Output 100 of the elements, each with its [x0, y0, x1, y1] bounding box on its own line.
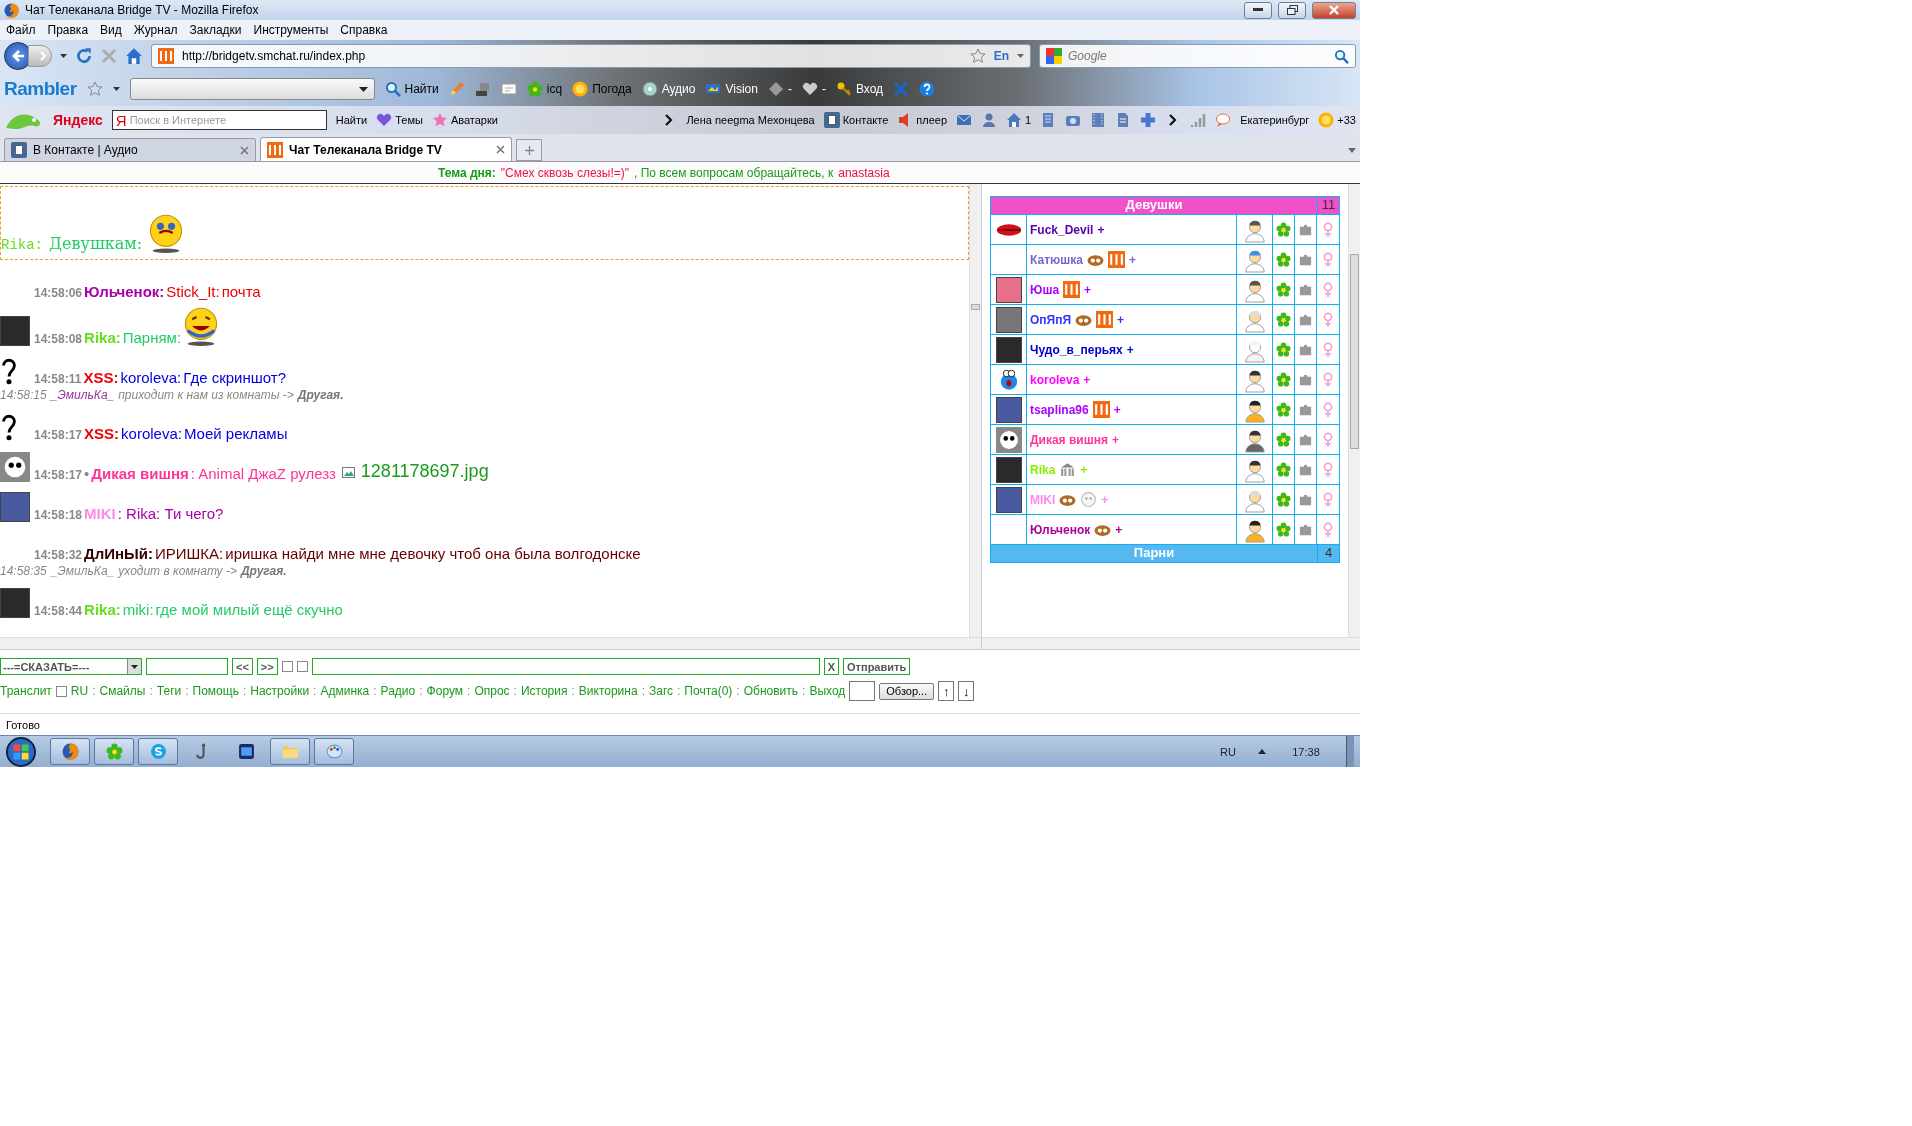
stop-icon[interactable]: [101, 48, 117, 64]
toolbar-button[interactable]: Контакте: [823, 112, 889, 128]
menu-link[interactable]: Почта(0): [684, 684, 733, 698]
puzzle-icon[interactable]: [1298, 522, 1313, 537]
taskbar-button[interactable]: [314, 738, 354, 765]
person-icon[interactable]: [981, 112, 997, 128]
menu-item[interactable]: Правка: [47, 23, 89, 37]
horizontal-scrollbar[interactable]: [0, 637, 981, 649]
scroll-down-button[interactable]: ↓: [958, 681, 975, 701]
close-icon[interactable]: [240, 145, 249, 155]
plus-icon[interactable]: [1140, 112, 1157, 128]
card-icon[interactable]: [500, 81, 517, 97]
tray-arrow-icon[interactable]: [1258, 749, 1266, 754]
close-button[interactable]: [1312, 1, 1356, 19]
send-button[interactable]: Отправить: [843, 658, 911, 675]
speech-bubble-icon[interactable]: [1215, 112, 1232, 128]
file-input-field[interactable]: [849, 681, 876, 701]
checkbox[interactable]: [281, 661, 293, 672]
toolbar-button[interactable]: +33: [1318, 112, 1356, 128]
browser-tab[interactable]: Чат Телеканала Bridge TV: [260, 137, 512, 161]
browse-button[interactable]: Обзор...: [879, 682, 935, 700]
home-icon[interactable]: [125, 47, 143, 65]
menu-link[interactable]: Помощь: [192, 684, 239, 698]
menu-link[interactable]: Админка: [320, 684, 370, 698]
menu-link[interactable]: Обновить: [743, 684, 799, 698]
toolbar-button[interactable]: 1: [1006, 112, 1032, 128]
toolbar-button[interactable]: Темы: [376, 112, 423, 128]
vertical-scrollbar[interactable]: [1348, 184, 1360, 637]
puzzle-icon[interactable]: [1298, 462, 1313, 477]
menu-link[interactable]: История: [520, 684, 568, 698]
envelope-icon[interactable]: [956, 112, 972, 128]
taskbar-button[interactable]: [50, 738, 90, 765]
menu-item[interactable]: Файл: [6, 23, 36, 37]
addressee-text[interactable]: koroleva:: [120, 369, 182, 386]
input-field[interactable]: [146, 658, 228, 675]
user-name[interactable]: Катюшка: [1030, 252, 1083, 267]
menu-link[interactable]: Теги: [156, 684, 182, 698]
toolbar-button[interactable]: -: [767, 81, 792, 97]
user-name[interactable]: Дикая вишня: [1030, 432, 1108, 447]
nick-text[interactable]: _ЭмильКа_: [50, 564, 115, 578]
clock-text[interactable]: 17:38: [1270, 745, 1342, 758]
puzzle-icon[interactable]: [1298, 252, 1313, 267]
menu-item[interactable]: Закладки: [189, 23, 242, 37]
contact-link[interactable]: anastasia: [838, 165, 890, 180]
plus-link[interactable]: +: [1128, 252, 1136, 267]
menu-link[interactable]: Форум: [426, 684, 464, 698]
room-link[interactable]: Другая.: [240, 564, 287, 578]
toolbar-button[interactable]: icq: [526, 81, 563, 97]
pencil-icon[interactable]: [448, 81, 465, 97]
close-icon[interactable]: [496, 145, 505, 154]
next-button[interactable]: >>: [256, 658, 278, 675]
user-name[interactable]: Fuck_Devil: [1030, 222, 1094, 237]
horizontal-scrollbar[interactable]: [982, 637, 1360, 649]
vertical-scrollbar[interactable]: [969, 184, 981, 637]
puzzle-icon[interactable]: [1298, 342, 1313, 357]
toolbar-button[interactable]: Аватарки: [431, 112, 498, 128]
plus-link[interactable]: +: [1113, 402, 1121, 417]
plus-link[interactable]: +: [1084, 282, 1092, 297]
taskbar-button[interactable]: [270, 738, 310, 765]
menu-link[interactable]: Радио: [380, 684, 416, 698]
checkbox[interactable]: [296, 661, 308, 672]
search-field[interactable]: Я Поиск в Интернете: [111, 110, 327, 130]
new-tab-button[interactable]: [516, 139, 542, 161]
addressee-text[interactable]: Stick_It:: [166, 283, 220, 300]
menu-item[interactable]: Инструменты: [253, 23, 329, 37]
toolbar-button[interactable]: Погода: [572, 81, 632, 97]
puzzle-icon[interactable]: [1298, 282, 1313, 297]
nick-text[interactable]: _ЭмильКа_: [50, 388, 115, 402]
star-icon[interactable]: [969, 48, 986, 64]
plus-link[interactable]: +: [1126, 342, 1134, 357]
plus-link[interactable]: +: [1117, 312, 1125, 327]
plus-link[interactable]: +: [1115, 522, 1123, 537]
checkbox[interactable]: [55, 685, 67, 697]
plus-link[interactable]: +: [1111, 432, 1119, 447]
menu-link[interactable]: Викторина: [578, 684, 638, 698]
menu-item[interactable]: Журнал: [133, 23, 178, 37]
show-desktop-button[interactable]: [1346, 735, 1354, 767]
dropdown-caret-icon[interactable]: [1348, 148, 1356, 153]
user-name[interactable]: tsaplina96: [1030, 402, 1089, 417]
nick-text[interactable]: Юльченок:: [84, 283, 165, 300]
message-input-field[interactable]: [311, 658, 820, 675]
previous-button[interactable]: <<: [232, 658, 253, 675]
reload-icon[interactable]: [75, 47, 93, 65]
room-link[interactable]: Другая.: [297, 388, 344, 402]
puzzle-icon[interactable]: [1298, 372, 1313, 387]
taskbar-button[interactable]: [138, 738, 178, 765]
signal-bars-icon[interactable]: [1190, 112, 1207, 128]
say-dropdown[interactable]: ---=СКАЗАТЬ=---: [0, 658, 142, 675]
addressee-text[interactable]: ИРИШКА:: [155, 545, 224, 562]
toolbar-button[interactable]: Лена neegma Мехонцева: [686, 114, 815, 126]
language-indicator[interactable]: RU: [1220, 745, 1236, 758]
puzzle-icon[interactable]: [1298, 312, 1313, 327]
stamp-icon[interactable]: [474, 81, 491, 97]
menu-link[interactable]: Выход: [809, 684, 846, 698]
combo-field[interactable]: [129, 78, 375, 100]
puzzle-icon[interactable]: [1298, 492, 1313, 507]
toolbar-button[interactable]: Аудио: [641, 81, 696, 97]
plus-link[interactable]: +: [1097, 222, 1105, 237]
toolbar-button[interactable]: Екатеринбург: [1240, 114, 1310, 126]
help-icon[interactable]: [919, 81, 936, 97]
